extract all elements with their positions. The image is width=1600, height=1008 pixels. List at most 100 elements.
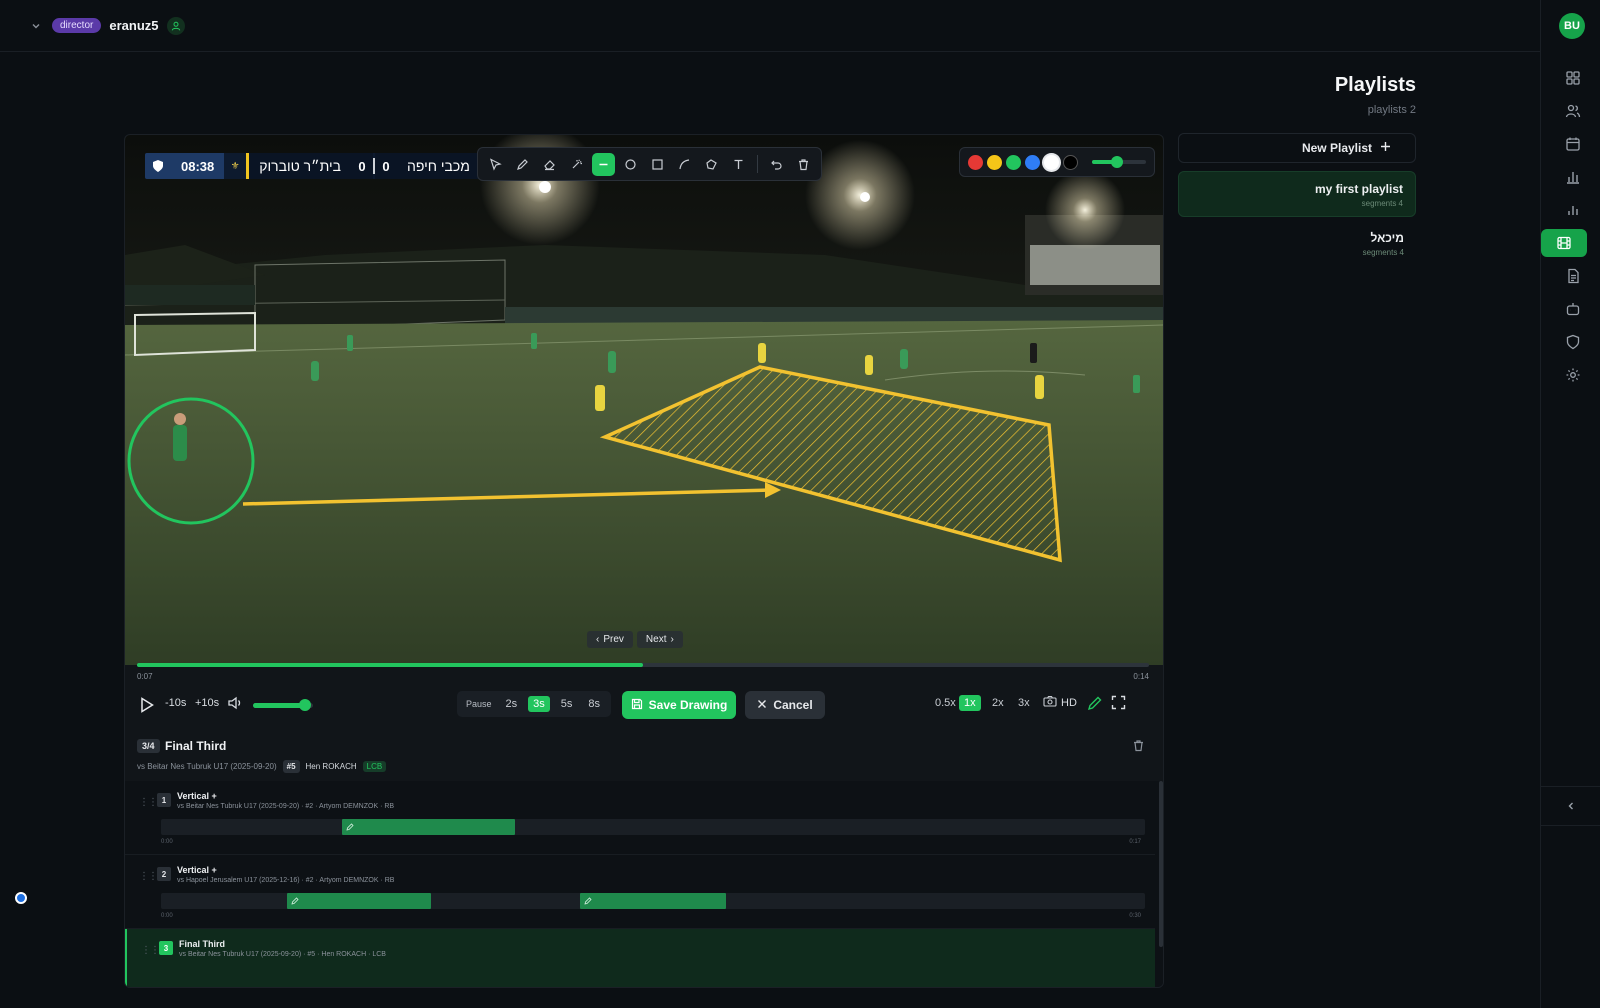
cancel-button[interactable]: Cancel xyxy=(745,691,825,719)
segment-row-subtitle: vs Hapoel Jerusalem U17 (2025-12-16) · #… xyxy=(177,877,395,884)
status-indicator[interactable] xyxy=(15,892,27,904)
chevron-left-icon: ‹ xyxy=(596,634,600,645)
playlist-item[interactable]: my first playlist segments 4 xyxy=(1178,171,1416,217)
avatar[interactable]: BU xyxy=(1559,13,1585,39)
speed-option-1x[interactable]: 1x xyxy=(959,695,981,711)
segment-clip[interactable] xyxy=(580,893,726,909)
playlist-item[interactable]: מיכאל segments 4 xyxy=(1178,221,1416,267)
toolbar-divider xyxy=(757,155,758,173)
username: eranuz5 xyxy=(109,18,159,33)
new-playlist-button[interactable]: New Playlist xyxy=(1178,133,1416,163)
color-swatch-white[interactable] xyxy=(1044,154,1059,170)
user-icon[interactable] xyxy=(166,16,185,35)
playlists-count: playlists 2 xyxy=(1367,104,1416,116)
segment-timeline[interactable] xyxy=(161,819,1145,835)
speed-option-2x[interactable]: 2x xyxy=(987,695,1009,711)
segment-number: 1 xyxy=(157,793,171,807)
playlist-name: my first playlist xyxy=(1314,182,1403,196)
forward-10s-button[interactable]: +10s xyxy=(195,697,219,709)
dashboard-icon[interactable] xyxy=(1551,64,1595,92)
stats-icon[interactable] xyxy=(1551,196,1595,224)
drag-handle-icon[interactable]: ⋮⋮ xyxy=(139,871,158,882)
calendar-icon[interactable] xyxy=(1551,130,1595,158)
drawing-toolbar xyxy=(477,147,822,181)
bar-chart-icon[interactable] xyxy=(1551,163,1595,191)
rectangle-tool-icon[interactable] xyxy=(646,153,669,176)
speed-option-3x[interactable]: 3x xyxy=(1013,695,1035,711)
users-icon[interactable] xyxy=(1551,97,1595,125)
pause-option-3s[interactable]: 3s xyxy=(528,696,550,712)
prev-label: Prev xyxy=(603,634,624,645)
save-drawing-button[interactable]: Save Drawing xyxy=(622,691,736,719)
segment-clip[interactable] xyxy=(286,893,431,909)
segment-row-title: Vertical + xyxy=(177,865,217,875)
speed-option-0-5x[interactable]: 0.5x xyxy=(930,695,961,711)
scoreboard-overlay: 08:38 ⚜ בית״ר טוברוק 0 0 מכבי חיפה xyxy=(145,153,480,179)
gear-icon[interactable] xyxy=(1551,361,1595,389)
shield-icon[interactable] xyxy=(1551,328,1595,356)
undo-icon[interactable] xyxy=(765,153,788,176)
save-icon xyxy=(631,698,643,713)
stroke-width-slider[interactable] xyxy=(1092,156,1146,168)
fullscreen-icon[interactable] xyxy=(1111,695,1126,710)
color-swatch-black[interactable] xyxy=(1063,154,1078,170)
drag-handle-icon[interactable]: ⋮⋮ xyxy=(141,945,160,956)
bot-icon[interactable] xyxy=(1551,295,1595,323)
segment-row[interactable]: ⋮⋮ 2 Vertical + vs Hapoel Jerusalem U17 … xyxy=(125,855,1155,929)
delete-segment-icon[interactable] xyxy=(1132,739,1145,755)
segment-navigation: ‹ Prev Next › xyxy=(587,631,683,648)
volume-icon[interactable] xyxy=(227,695,243,711)
pause-duration-selector: Pause 2s 3s 5s 8s xyxy=(457,691,612,717)
playback-progress-bar[interactable] xyxy=(137,663,1149,667)
collapse-sidebar-icon[interactable] xyxy=(1541,786,1600,826)
volume-handle[interactable] xyxy=(298,699,311,711)
segment-row[interactable]: ⋮⋮ 3 Final Third vs Beitar Nes Tubruk U1… xyxy=(125,929,1155,987)
color-swatch-yellow[interactable] xyxy=(987,154,1002,170)
pencil-icon[interactable] xyxy=(511,153,534,176)
eraser-icon[interactable] xyxy=(538,153,561,176)
circle-tool-icon[interactable] xyxy=(619,153,642,176)
report-icon[interactable] xyxy=(1551,262,1595,290)
color-swatch-blue[interactable] xyxy=(1025,154,1040,170)
prev-segment-button[interactable]: ‹ Prev xyxy=(587,631,633,648)
volume-slider[interactable] xyxy=(253,699,313,711)
current-time: 0:07 xyxy=(137,672,153,681)
line-tool-icon[interactable] xyxy=(592,152,615,176)
polygon-tool-icon[interactable] xyxy=(700,153,723,176)
draw-pencil-icon[interactable] xyxy=(1087,695,1103,711)
video-playlist-icon[interactable] xyxy=(1541,229,1587,257)
quality-label: HD xyxy=(1061,696,1077,709)
pause-option-8s[interactable]: 8s xyxy=(583,696,605,712)
quality-toggle[interactable]: HD xyxy=(1043,695,1077,710)
segment-clip[interactable] xyxy=(342,819,516,835)
next-segment-button[interactable]: Next › xyxy=(636,631,683,648)
timeline-start: 0:00 xyxy=(161,913,173,919)
chevron-down-icon[interactable] xyxy=(28,18,44,34)
clip-drawing-icon xyxy=(291,897,299,905)
video-canvas[interactable]: 08:38 ⚜ בית״ר טוברוק 0 0 מכבי חיפה ‹ Pre… xyxy=(125,135,1163,665)
segment-list-scrollbar[interactable] xyxy=(1159,781,1163,947)
timeline-end: 0:17 xyxy=(1129,839,1141,845)
text-tool-icon[interactable] xyxy=(727,153,750,176)
pause-option-5s[interactable]: 5s xyxy=(556,696,578,712)
color-picker xyxy=(959,147,1155,177)
laser-pointer-icon[interactable] xyxy=(565,153,588,176)
stroke-width-handle[interactable] xyxy=(1110,156,1123,168)
color-swatch-red[interactable] xyxy=(968,154,983,170)
close-icon xyxy=(757,698,767,712)
segment-row[interactable]: ⋮⋮ 1 Vertical + vs Beitar Nes Tubruk U17… xyxy=(125,781,1155,855)
pause-option-2s[interactable]: 2s xyxy=(501,696,523,712)
segment-timeline[interactable] xyxy=(161,893,1145,909)
segment-match: vs Beitar Nes Tubruk U17 (2025-09-20) xyxy=(137,762,277,771)
curve-tool-icon[interactable] xyxy=(673,153,696,176)
video-player: 08:38 ⚜ בית״ר טוברוק 0 0 מכבי חיפה ‹ Pre… xyxy=(124,134,1164,988)
drag-handle-icon[interactable]: ⋮⋮ xyxy=(139,797,158,808)
chevron-right-icon: › xyxy=(670,634,674,645)
current-segment-header: 3/4 Final Third vs Beitar Nes Tubruk U17… xyxy=(125,725,1163,781)
color-swatch-green[interactable] xyxy=(1006,154,1021,170)
rewind-10s-button[interactable]: -10s xyxy=(165,697,186,709)
select-pointer-icon[interactable] xyxy=(484,153,507,176)
trash-icon[interactable] xyxy=(792,153,815,176)
play-icon[interactable] xyxy=(137,693,157,717)
segment-number: 3 xyxy=(159,941,173,955)
